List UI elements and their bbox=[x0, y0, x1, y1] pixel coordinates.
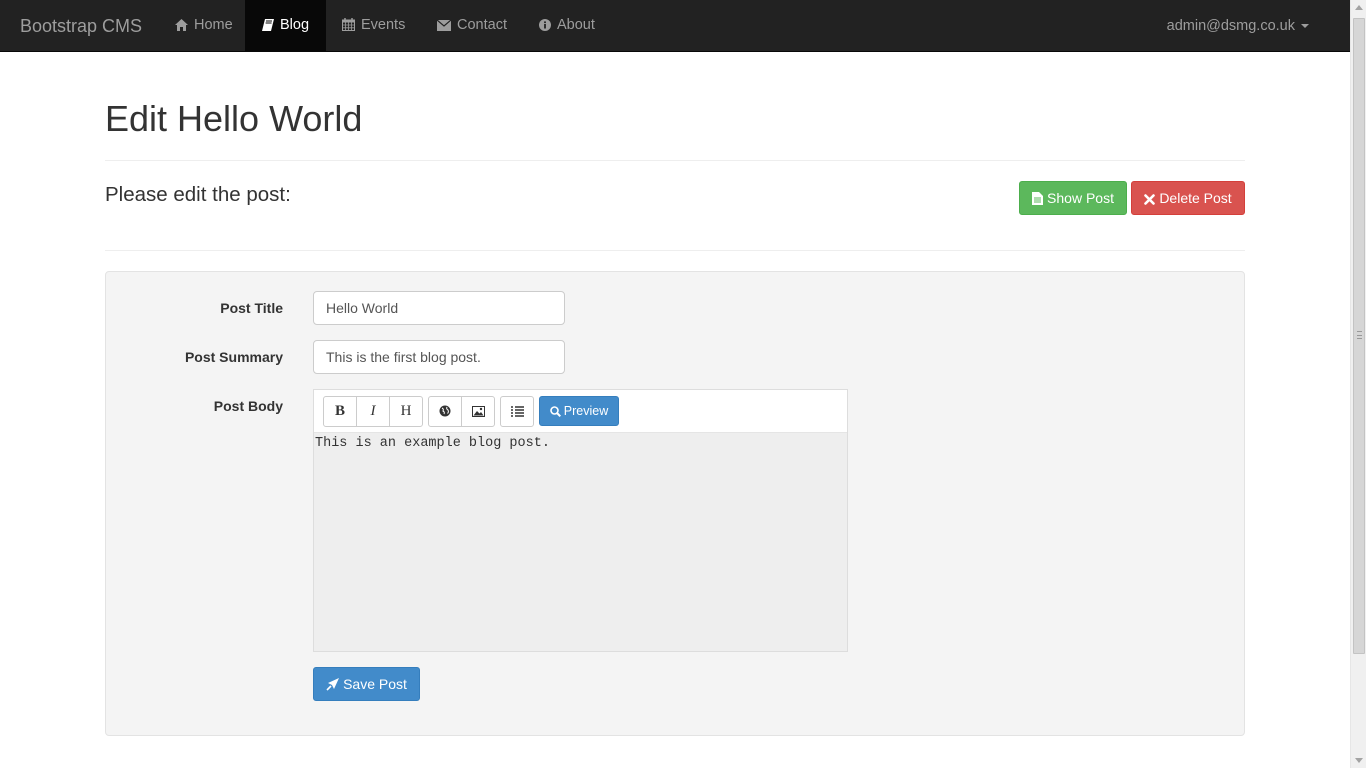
delete-post-label: Delete Post bbox=[1159, 190, 1232, 206]
scroll-thumb[interactable] bbox=[1353, 18, 1365, 654]
envelope-icon bbox=[436, 19, 452, 31]
nav-item-blog[interactable]: Blog bbox=[245, 0, 327, 51]
navbar: Bootstrap CMS Home Blog Events Contact A… bbox=[0, 0, 1350, 52]
nav-item-home-label: Home bbox=[194, 17, 233, 33]
image-button[interactable] bbox=[461, 396, 495, 427]
post-title-input[interactable]: Hello World bbox=[313, 291, 565, 325]
close-icon bbox=[1144, 194, 1156, 205]
nav-item-about-label: About bbox=[557, 17, 595, 33]
vertical-scrollbar[interactable] bbox=[1350, 0, 1366, 768]
nav-item-blog-label: Blog bbox=[280, 17, 310, 33]
brand-link[interactable]: Bootstrap CMS bbox=[20, 0, 142, 52]
save-post-label: Save Post bbox=[343, 676, 407, 692]
heading-button[interactable]: H bbox=[389, 396, 423, 427]
delete-post-button[interactable]: Delete Post bbox=[1131, 181, 1245, 215]
divider bbox=[105, 160, 1245, 161]
file-icon bbox=[1032, 192, 1044, 205]
scroll-up-icon[interactable] bbox=[1355, 5, 1363, 10]
post-title-label: Post Title bbox=[220, 300, 283, 316]
save-post-button[interactable]: Save Post bbox=[313, 667, 420, 701]
post-body-label: Post Body bbox=[213, 398, 283, 414]
scroll-down-icon[interactable] bbox=[1355, 758, 1363, 763]
page-subtitle: Please edit the post: bbox=[105, 183, 291, 206]
nav-item-home[interactable]: Home bbox=[158, 0, 250, 51]
bold-button[interactable]: B bbox=[323, 396, 357, 427]
nav-item-contact-label: Contact bbox=[457, 17, 507, 33]
italic-button[interactable]: I bbox=[356, 396, 390, 427]
picture-icon bbox=[471, 406, 485, 417]
show-post-label: Show Post bbox=[1047, 190, 1114, 206]
nav-item-events-label: Events bbox=[361, 17, 406, 33]
page-title: Edit Hello World bbox=[105, 98, 363, 139]
editor-toolbar: B I H Preview bbox=[314, 390, 847, 433]
markdown-editor: B I H Preview This is an example blog po… bbox=[313, 389, 848, 652]
list-button[interactable] bbox=[500, 396, 534, 427]
user-menu[interactable]: admin@dsmg.co.uk bbox=[1167, 0, 1309, 52]
search-icon bbox=[549, 406, 561, 418]
grip-icon bbox=[1357, 331, 1362, 339]
link-button[interactable] bbox=[428, 396, 462, 427]
rocket-icon bbox=[326, 678, 340, 691]
divider bbox=[105, 250, 1245, 251]
home-icon bbox=[175, 19, 188, 31]
nav-item-events[interactable]: Events bbox=[325, 0, 422, 51]
globe-icon bbox=[439, 405, 451, 417]
preview-label: Preview bbox=[563, 404, 609, 418]
chevron-down-icon bbox=[1301, 24, 1309, 29]
list-icon bbox=[510, 406, 524, 417]
user-email: admin@dsmg.co.uk bbox=[1166, 18, 1295, 34]
post-body-textarea[interactable]: This is an example blog post. bbox=[314, 433, 847, 651]
preview-button[interactable]: Preview bbox=[539, 396, 619, 426]
post-summary-label: Post Summary bbox=[184, 349, 283, 365]
post-summary-input[interactable]: This is the first blog post. bbox=[313, 340, 565, 374]
book-icon bbox=[262, 19, 274, 31]
nav-item-about[interactable]: About bbox=[522, 0, 612, 51]
calendar-icon bbox=[342, 18, 355, 31]
show-post-button[interactable]: Show Post bbox=[1019, 181, 1127, 215]
nav-item-contact[interactable]: Contact bbox=[420, 0, 524, 51]
info-icon bbox=[539, 19, 551, 31]
